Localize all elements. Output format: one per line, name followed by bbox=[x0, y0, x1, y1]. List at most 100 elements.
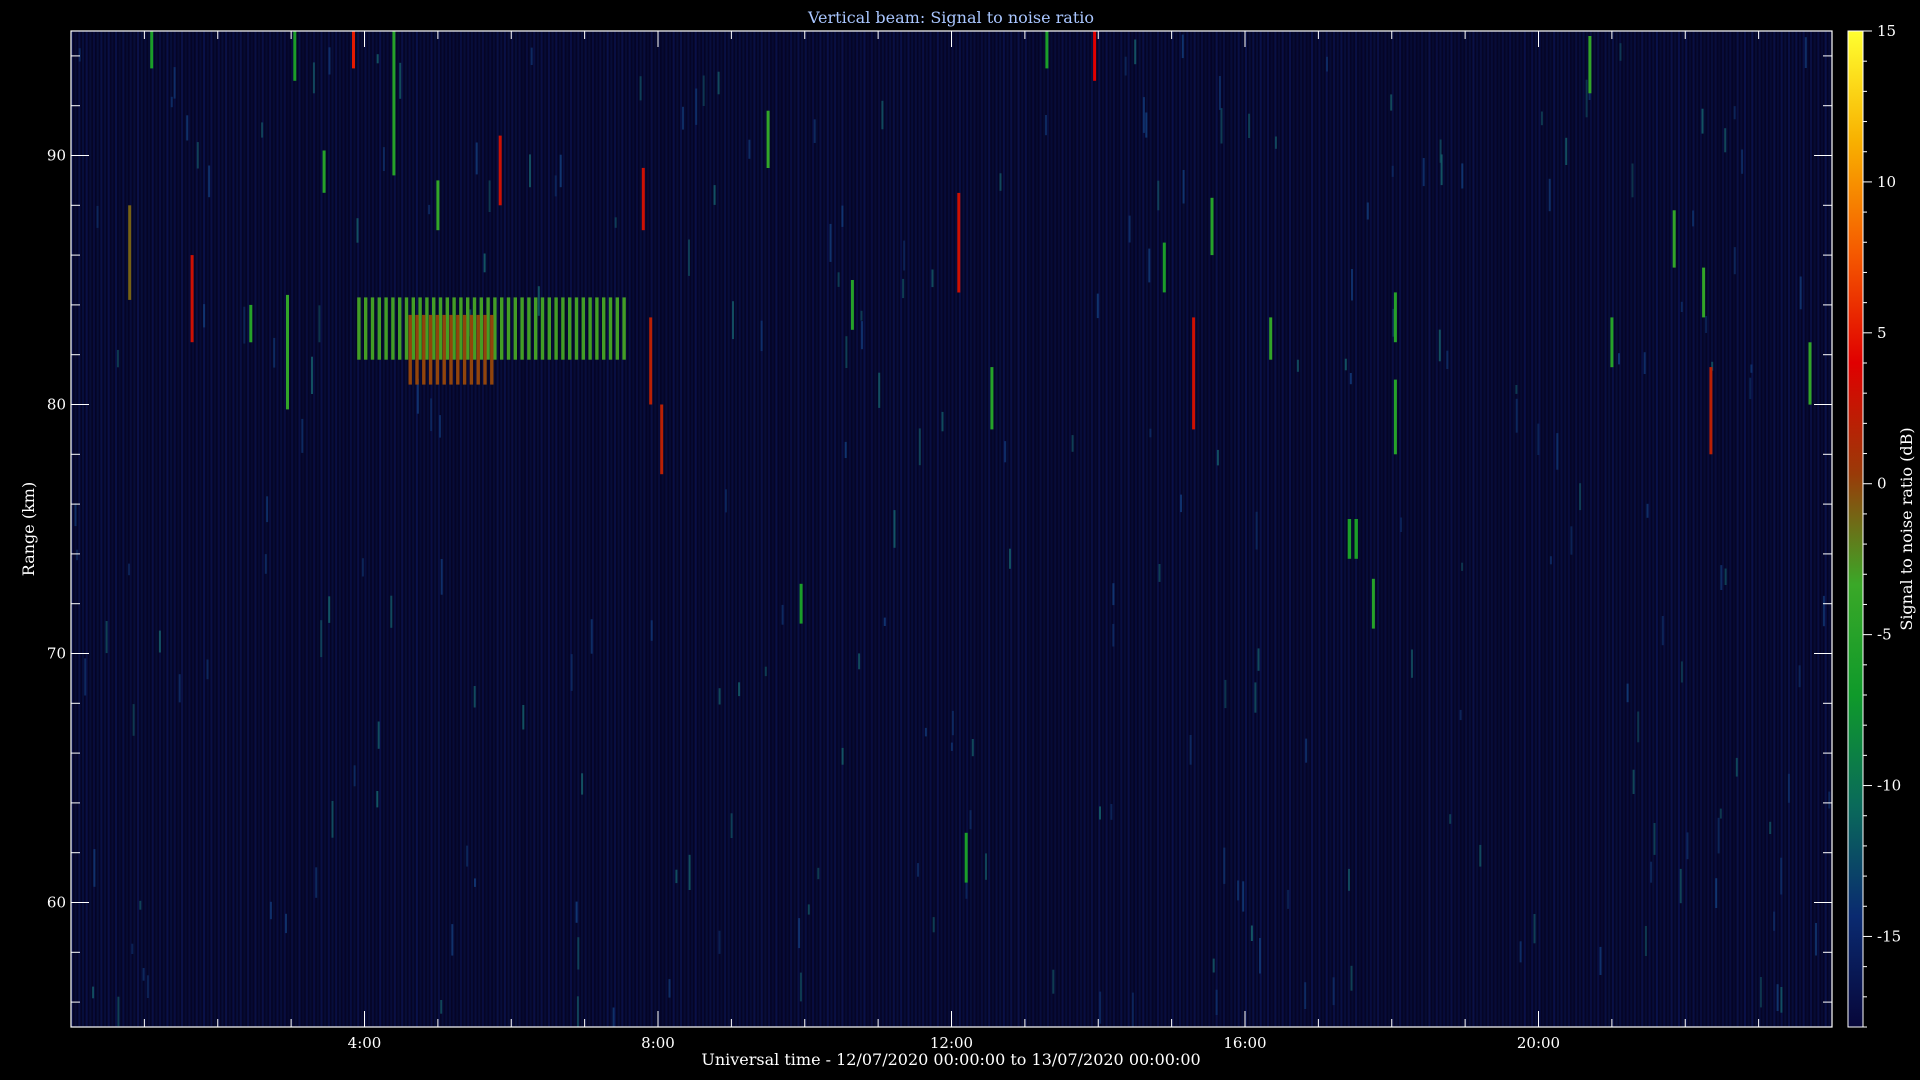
noise-column bbox=[1123, 31, 1126, 1027]
noise-speck bbox=[105, 621, 108, 654]
noise-speck bbox=[1099, 806, 1101, 820]
echo-feature-strip bbox=[428, 314, 433, 385]
noise-speck bbox=[1533, 914, 1536, 944]
noise-column bbox=[848, 31, 851, 1027]
noise-column bbox=[276, 31, 279, 1027]
noise-speck bbox=[1189, 735, 1192, 765]
snr-heatmap-figure: Vertical beam: Signal to noise ratio 4:0… bbox=[19, 8, 1916, 1069]
noise-speck bbox=[1724, 128, 1727, 153]
noise-speck bbox=[917, 863, 919, 877]
noise-speck bbox=[1461, 163, 1464, 189]
y-tick-label: 80 bbox=[47, 396, 66, 414]
echo-streak bbox=[352, 31, 355, 69]
noise-column bbox=[1754, 31, 1757, 1027]
noise-column bbox=[669, 31, 672, 1027]
noise-speck bbox=[1124, 56, 1127, 76]
noise-column bbox=[782, 31, 785, 1027]
noise-column bbox=[881, 31, 884, 1027]
noise-speck bbox=[688, 239, 690, 276]
noise-column bbox=[841, 31, 844, 1027]
noise-column bbox=[144, 31, 147, 1027]
noise-column bbox=[1226, 31, 1229, 1027]
noise-column bbox=[386, 31, 389, 1027]
noise-column bbox=[944, 31, 947, 1027]
noise-column bbox=[1094, 31, 1097, 1027]
noise-column bbox=[401, 31, 404, 1027]
noise-column bbox=[911, 31, 914, 1027]
noise-column bbox=[1487, 31, 1490, 1027]
noise-column bbox=[448, 31, 451, 1027]
noise-column bbox=[1178, 31, 1181, 1027]
noise-column bbox=[104, 31, 107, 1027]
noise-speck bbox=[1519, 941, 1522, 963]
noise-column bbox=[536, 31, 539, 1027]
noise-speck bbox=[353, 765, 356, 787]
noise-column bbox=[1472, 31, 1475, 1027]
noise-speck bbox=[1422, 158, 1425, 187]
noise-speck bbox=[1540, 111, 1543, 126]
noise-speck bbox=[439, 415, 441, 438]
noise-column bbox=[1494, 31, 1497, 1027]
noise-column bbox=[151, 31, 154, 1027]
noise-column bbox=[771, 31, 774, 1027]
noise-column bbox=[1200, 31, 1203, 1027]
noise-speck bbox=[1798, 665, 1801, 688]
noise-column bbox=[1637, 31, 1640, 1027]
noise-column bbox=[1167, 31, 1170, 1027]
noise-speck bbox=[1250, 925, 1253, 941]
noise-column bbox=[1659, 31, 1662, 1027]
noise-column bbox=[863, 31, 866, 1027]
noise-column bbox=[845, 31, 848, 1027]
noise-column bbox=[852, 31, 855, 1027]
noise-column bbox=[137, 31, 140, 1027]
noise-speck bbox=[829, 223, 832, 262]
noise-column bbox=[661, 31, 664, 1027]
noise-speck bbox=[376, 791, 379, 808]
noise-column bbox=[951, 31, 954, 1027]
noise-column bbox=[808, 31, 811, 1027]
noise-column bbox=[1024, 31, 1027, 1027]
echo-feature-strip bbox=[527, 297, 531, 360]
noise-column bbox=[1773, 31, 1776, 1027]
noise-column bbox=[812, 31, 815, 1027]
echo-streak bbox=[1093, 31, 1097, 81]
noise-column bbox=[573, 31, 576, 1027]
noise-column bbox=[1292, 31, 1295, 1027]
echo-streak bbox=[649, 317, 653, 405]
noise-column bbox=[1285, 31, 1288, 1027]
noise-column bbox=[830, 31, 833, 1027]
noise-speck bbox=[1549, 556, 1552, 565]
noise-speck bbox=[128, 563, 130, 576]
noise-column bbox=[834, 31, 837, 1027]
noise-speck bbox=[1157, 180, 1160, 211]
noise-column bbox=[1303, 31, 1306, 1027]
noise-speck bbox=[807, 904, 810, 915]
noise-column bbox=[793, 31, 796, 1027]
noise-column bbox=[1626, 31, 1629, 1027]
noise-column bbox=[456, 31, 459, 1027]
noise-speck bbox=[1556, 433, 1559, 470]
noise-column bbox=[903, 31, 906, 1027]
noise-column bbox=[1736, 31, 1739, 1027]
noise-speck bbox=[1780, 857, 1783, 895]
noise-column bbox=[720, 31, 723, 1027]
noise-speck bbox=[732, 301, 734, 340]
noise-column bbox=[1164, 31, 1167, 1027]
noise-column bbox=[1681, 31, 1684, 1027]
noise-speck bbox=[173, 67, 176, 99]
noise-speck bbox=[1446, 350, 1449, 369]
noise-column bbox=[856, 31, 859, 1027]
echo-feature-strip bbox=[588, 297, 592, 360]
noise-column bbox=[1527, 31, 1530, 1027]
noise-speck bbox=[1733, 247, 1736, 275]
echo-feature-strip bbox=[422, 314, 426, 385]
noise-speck bbox=[971, 739, 974, 757]
noise-speck bbox=[1009, 548, 1011, 569]
noise-column bbox=[577, 31, 580, 1027]
noise-column bbox=[1300, 31, 1303, 1027]
colorbar: 15 10 5 0 -5 -10 -15 bbox=[1847, 22, 1901, 1028]
noise-speck bbox=[559, 154, 562, 188]
colorbar-tick-label: 0 bbox=[1877, 475, 1887, 493]
noise-column bbox=[82, 31, 85, 1027]
noise-speck bbox=[1661, 616, 1664, 646]
